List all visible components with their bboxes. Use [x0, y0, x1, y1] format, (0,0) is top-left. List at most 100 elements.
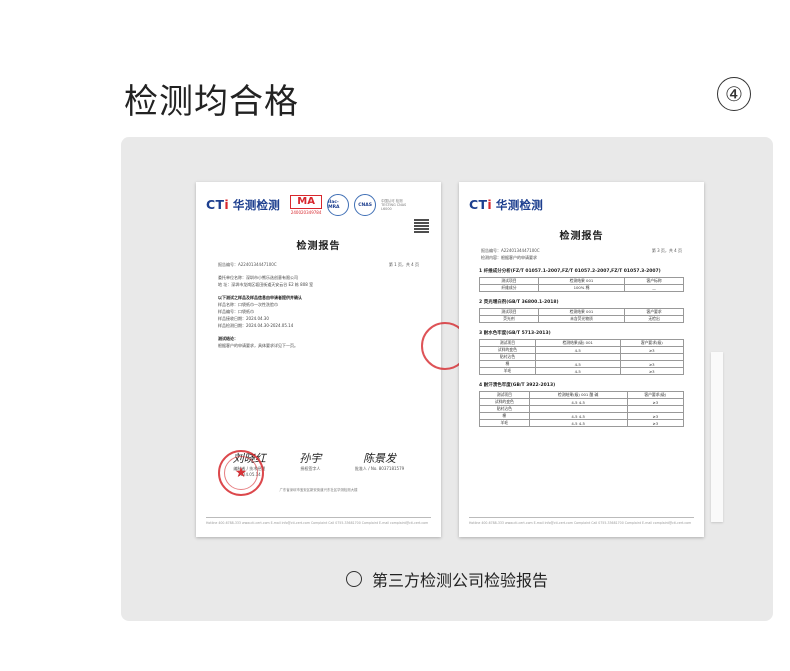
caption-row: 第三方检测公司检验报告 [121, 567, 773, 591]
cti-logo: CTi 华测检测 [469, 197, 544, 212]
table-cell: 未含荧光物质 [537, 315, 626, 323]
sample-id-line: 样品编号：口袋纸巾 [218, 309, 254, 314]
table-cell: 荧光剂 [479, 315, 539, 323]
table-cell: 4-5 [534, 367, 621, 375]
fiber-table: 测试项目 检测结果 001 客户标称 纤维成分 100% 棉 — [479, 277, 684, 292]
ilac-mra-icon: ilac-MRA [327, 194, 350, 216]
table-cell: 测试项目 [479, 308, 539, 316]
table-row: 纤维成分 100% 棉 — [479, 284, 684, 292]
sweat-fastness-table: 测试项目 检测结果(级) 001 酸 碱客户要求(级) 试样的变色 4-5 4-5 ≥3… [479, 391, 685, 427]
applicant-line: 委托单位名称：深圳市小熊乐选创意有限公司 [218, 275, 298, 280]
table-cell: ≥3 [626, 398, 685, 406]
table-row: 羊毛 4-5 ≥3 [479, 367, 685, 375]
table-cell: 羊毛 [479, 419, 530, 427]
table-cell: 客户要求 [624, 308, 684, 316]
table-cell [626, 405, 685, 413]
table-cell: 客户要求(级) [626, 391, 685, 399]
water-fastness-table: 测试项目 检测结果(级) 001 客户要求(级) 试样的变色 4-5 ≥3 贴衬沾色棉 4-5… [479, 339, 685, 375]
table-row: 荧光剂 未含荧光物质 无检出 [479, 315, 684, 323]
table-cell: 测试项目 [479, 391, 530, 399]
test-items-line: 检测内容：根据客户的申请要求 [481, 255, 537, 260]
table-row: 测试项目 检测结果(级) 001 客户要求(级) [479, 339, 685, 347]
table-cell: 4-5 [534, 360, 621, 368]
table-row: 测试项目 检测结果 001 客户标称 [479, 277, 684, 285]
table-cell: 贴衬沾色 [479, 405, 530, 413]
table-cell: 无检出 [624, 315, 684, 323]
step-number-badge: ④ [717, 77, 751, 111]
cti-logo: CTi 华测检测 [206, 197, 281, 212]
lab-address-note: 广东省深圳市宝安区新安街道兴东社区华测检测大楼 [279, 488, 358, 492]
conclusion-text: 根据客户的申请要求，具体要求详见下一页。 [218, 343, 298, 348]
section-sweat-fastness: 4 耐汗渍色牢度(GB/T 3922-2013) 测试项目 检测结果(级) 001… [479, 382, 685, 427]
conclusion-heading: 测试结论： [218, 336, 238, 341]
report-title: 检测报告 [559, 231, 604, 242]
report-footer: Hotline 400-6788-333 www.cti-cert.com E-… [206, 517, 431, 525]
table-cell: 检测结果(级) 001 酸 碱 [528, 391, 628, 399]
table-cell [528, 405, 628, 413]
table-cell: 棉 [479, 412, 530, 420]
table-cell: 试样的变色 [479, 346, 536, 354]
table-row: 贴衬沾色 [479, 353, 685, 361]
table-cell: — [624, 284, 684, 292]
table-cell: ≥3 [619, 346, 685, 354]
table-cell: 棉 [479, 360, 536, 368]
signature-authorized: 孙宇 授权签字人 [299, 452, 322, 471]
cnas-icon: CNAS [354, 194, 377, 216]
test-period-line: 样品检测日期：2024.04.30-2024.05.14 [218, 323, 294, 328]
table-cell: 检测结果 001 [537, 277, 626, 285]
report-title: 检测报告 [296, 241, 341, 252]
table-cell: 100% 棉 [537, 284, 626, 292]
report-cover-page: CTi 华测检测 MA 240020349784 ilac-MRA CNAS 中国… [196, 182, 461, 537]
table-row: 试样的变色 4-5 ≥3 [479, 346, 685, 354]
table-cell: ≥3 [619, 360, 685, 368]
table-row: 测试项目 检测结果(级) 001 酸 碱客户要求(级) [479, 391, 685, 399]
table-cell: 4-5 [534, 346, 621, 354]
caption-text: 第三方检测公司检验报告 [371, 571, 548, 590]
signature-approver: 陈景发 批准人 / No. 8037181579 [354, 452, 405, 471]
circle-bullet-icon [345, 571, 362, 587]
table-cell: 纤维成分 [479, 284, 539, 292]
report-header: CTi 华测检测 MA 240020349784 ilac-MRA CNAS 中国… [196, 182, 441, 217]
table-cell: 4-5 4-5 [528, 419, 628, 427]
table-cell: ≥3 [619, 367, 685, 375]
cnas-accreditation-text: 中国认可 检测 TESTING CNAS L6000 [381, 199, 407, 211]
table-row: 棉 4-5 ≥3 [479, 360, 685, 368]
page-heading: 检测均合格 [124, 82, 299, 122]
fluorescent-table: 测试项目 检测结果 001 客户要求 荧光剂 未含荧光物质 无检出 [479, 308, 684, 323]
section-fiber: 1 纤维成分分析(FZ/T 01057.1-2007,FZ/T 01057.2-… [479, 268, 684, 292]
qr-code-icon [414, 218, 429, 233]
seal-stamp-edge-icon [421, 322, 461, 370]
report-showcase-panel: CTi 华测检测 MA 240020349784 ilac-MRA CNAS 中国… [121, 137, 773, 621]
sample-name-line: 样品名称：口袋纸巾一次性洗脸巾 [218, 302, 278, 307]
table-cell: 测试项目 [479, 339, 536, 347]
table-cell: ≥3 [626, 419, 685, 427]
table-cell: 4-5 4-5 [528, 412, 628, 420]
table-cell: 4-5 4-5 [528, 398, 628, 406]
stacked-page-edge [711, 352, 723, 522]
section-water-fastness: 3 耐水色牢度(GB/T 5713-2013) 测试项目 检测结果(级) 001 客… [479, 330, 685, 375]
certification-logos: MA 240020349784 ilac-MRA CNAS 中国认可 检测 TE… [290, 194, 407, 216]
table-cell: 客户标称 [624, 277, 684, 285]
table-row: 试样的变色 4-5 4-5 ≥3 [479, 398, 685, 406]
sample-section-heading: 以下测试之样品及样品信息由申请者提供并确认 [218, 295, 302, 300]
table-cell: 羊毛 [479, 367, 536, 375]
report-results-page: CTi 华测检测 检测报告 报告编号：A2240134447100C 第 3 页，… [459, 182, 704, 537]
table-row: 羊毛 4-5 4-5 ≥3 [479, 419, 685, 427]
table-cell: 试样的变色 [479, 398, 530, 406]
receive-date-line: 样品接收日期：2024.04.30 [218, 316, 269, 321]
table-cell: ≥3 [626, 412, 685, 420]
address-line: 地 址：深圳市龙岗区坂田街道天安云谷 E2 栋 808 室 [218, 282, 314, 287]
table-cell: 贴衬沾色 [479, 353, 536, 361]
table-cell: 检测结果 001 [537, 308, 626, 316]
report-header: CTi 华测检测 [459, 182, 704, 217]
section-fluorescent: 2 荧光增白剂(GB/T 36800.1-2018) 测试项目 检测结果 001 客… [479, 299, 684, 323]
report-footer: Hotline 400-6788-333 www.cti-cert.com E-… [469, 517, 694, 525]
table-row: 测试项目 检测结果 001 客户要求 [479, 308, 684, 316]
table-cell: 测试项目 [479, 277, 539, 285]
table-cell [619, 353, 685, 361]
cma-mark-icon: MA 240020349784 [290, 195, 323, 215]
table-cell [534, 353, 621, 361]
table-row: 贴衬沾色 [479, 405, 685, 413]
table-cell: 客户要求(级) [619, 339, 685, 347]
table-cell: 检测结果(级) 001 [534, 339, 621, 347]
